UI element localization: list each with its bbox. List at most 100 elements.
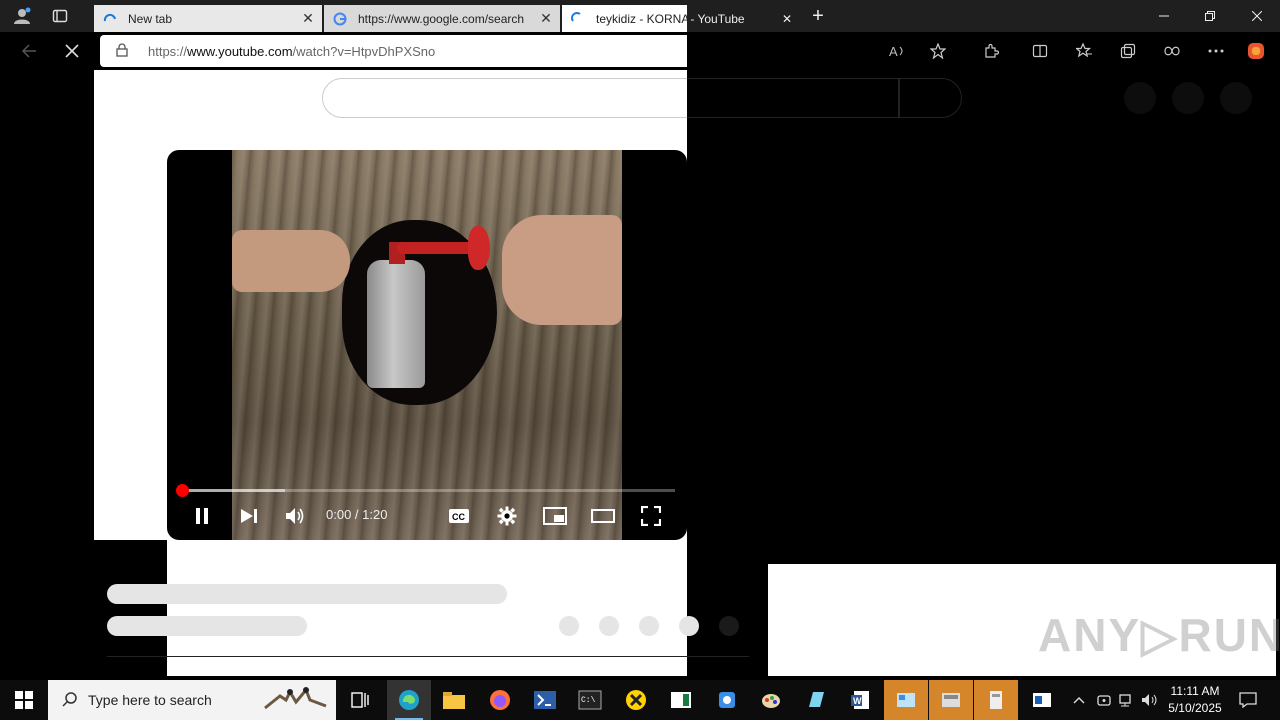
youtube-search-button[interactable] [899,78,962,118]
word-doc-icon[interactable]: W [839,680,883,720]
file-explorer-icon[interactable] [432,680,476,720]
title-skeleton [107,584,507,604]
windows-taskbar: Type here to search C:\ W 11:11 AM 5/10/… [0,680,1280,720]
stop-loading-icon[interactable] [61,40,83,62]
fullscreen-icon[interactable] [638,503,664,529]
address-bar[interactable]: https://www.youtube.com/watch?v=HtpvDhPX… [100,35,687,67]
favorites-icon[interactable] [1074,41,1094,61]
progress-buffered [181,489,285,492]
channel-skeleton [107,616,307,636]
network-icon[interactable] [1116,680,1138,720]
notes-icon[interactable] [794,680,838,720]
close-tab-icon[interactable]: ✕ [298,10,318,27]
pause-icon[interactable] [189,503,215,529]
hand-left [232,230,350,292]
action-skeleton [599,616,619,636]
profile-icon[interactable] [12,6,32,26]
search-placeholder: Type here to search [88,692,212,708]
restore-icon[interactable] [1187,0,1233,32]
browser-titlebar: New tab ✕ https://www.google.com/search … [0,0,1280,32]
svg-text:A: A [889,44,898,59]
close-window-icon[interactable] [1234,0,1280,32]
google-g-icon [332,11,348,27]
paint-icon[interactable] [749,680,793,720]
taskbar-search-box[interactable]: Type here to search [48,680,336,720]
action-skeleton [719,616,739,636]
settings-gear-icon[interactable] [494,503,520,529]
progress-scrubber[interactable] [176,484,189,497]
air-horn-canister [367,260,425,388]
anyrun-watermark-logo: ANY▷RUN [1038,609,1280,661]
miniplayer-icon[interactable] [542,503,568,529]
extensions-icon[interactable] [981,41,1001,61]
search-highlight-geese-icon [260,682,332,720]
video-frame[interactable] [232,150,622,540]
xmind-icon[interactable] [614,680,658,720]
screen: New tab ✕ https://www.google.com/search … [0,0,1280,720]
clock-time: 11:11 AM [1170,684,1220,698]
hand-right [502,215,622,325]
tab-label: https://www.google.com/search [358,11,525,26]
next-video-icon[interactable] [236,503,262,529]
url-host: www.youtube.com [187,43,293,59]
app-blue-icon[interactable] [705,680,749,720]
clock-date: 5/10/2025 [1168,701,1222,715]
chevron-up-icon[interactable] [1068,680,1090,720]
tab-google-search[interactable]: https://www.google.com/search ✕ [324,5,560,32]
minimize-icon[interactable] [1141,0,1187,32]
divider [107,656,749,657]
highlighted-app-icon[interactable] [884,680,928,720]
time-display: 0:00 / 1:20 [326,507,388,522]
header-button-placeholder[interactable] [1220,82,1252,114]
url-path: /watch?v=HtpvDhPXSno [292,43,436,59]
copilot-icon[interactable] [1246,41,1266,61]
theater-mode-icon[interactable] [590,503,616,529]
highlighted-app-icon[interactable] [929,680,973,720]
video-player[interactable]: 0:00 / 1:20 CC [167,150,687,540]
firefox-icon[interactable] [478,680,522,720]
read-aloud-icon[interactable]: A [888,41,908,61]
back-arrow-icon[interactable] [18,40,40,62]
tab-actions-icon[interactable] [50,6,70,26]
split-screen-icon[interactable] [1030,41,1050,61]
volume-tray-icon[interactable] [1139,680,1161,720]
action-skeleton [559,616,579,636]
search-icon [62,691,78,710]
header-button-placeholder[interactable] [1124,82,1156,114]
close-tab-icon[interactable]: ✕ [777,12,797,26]
edge-newtab-icon [102,11,118,27]
windows-start-icon[interactable] [0,680,48,720]
url-scheme: https:// [148,43,188,59]
collections-icon[interactable] [1118,41,1138,61]
subtitles-cc-icon[interactable]: CC [446,503,472,529]
action-skeleton [639,616,659,636]
address-bar-row: https://www.youtube.com/watch?v=HtpvDhPX… [0,32,1280,70]
powershell-icon[interactable] [523,680,567,720]
tab-label: New tab [128,11,173,26]
highlighted-app-icon[interactable] [974,680,1018,720]
browser-essentials-icon[interactable] [1162,41,1182,61]
app-window-icon[interactable] [659,680,703,720]
air-horn-bell [468,226,490,270]
cmd-icon[interactable]: C:\ [568,680,612,720]
taskbar-clock[interactable]: 11:11 AM 5/10/2025 [1163,683,1227,717]
tab-new-tab[interactable]: New tab ✕ [94,5,322,32]
svg-text:W: W [853,696,862,706]
device-icon[interactable] [1093,680,1115,720]
more-options-icon[interactable] [1206,41,1226,61]
lock-icon [116,42,130,60]
youtube-search-input-dark[interactable] [687,78,899,118]
edge-taskbar-icon[interactable] [387,680,431,720]
header-button-placeholder[interactable] [1172,82,1204,114]
new-tab-button[interactable]: + [808,5,828,27]
app-window-blue-icon[interactable] [1020,680,1064,720]
notification-center-icon[interactable] [1236,680,1260,720]
task-view-icon[interactable] [338,680,382,720]
action-skeleton [679,616,699,636]
air-horn-tube [397,242,477,254]
svg-text:CC: CC [452,512,465,522]
close-tab-icon[interactable]: ✕ [536,10,556,27]
favorite-star-icon[interactable] [928,41,948,61]
svg-text:C:\: C:\ [581,696,596,705]
volume-icon[interactable] [282,503,308,529]
